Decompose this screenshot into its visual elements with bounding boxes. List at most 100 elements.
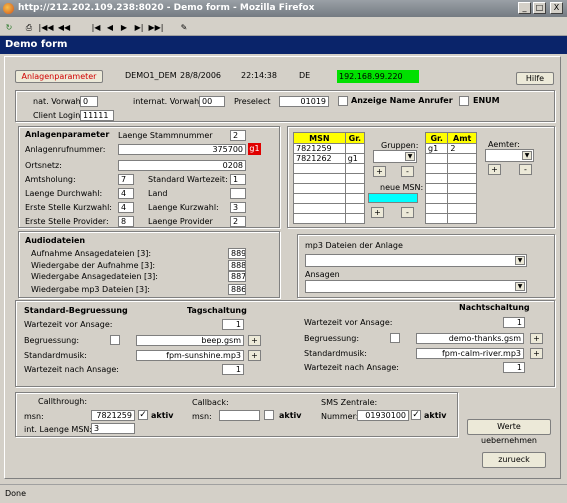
window-title-bar: http://212.202.109.238:8020 - Demo form … [0,0,567,17]
nacht-wartezeit-vor-label: Wartezeit vor Ansage: [304,318,393,327]
anzeige-name-checkbox[interactable] [338,96,348,106]
table-row[interactable] [293,163,366,174]
aemter-remove-button[interactable]: - [519,164,532,175]
table-row[interactable] [293,173,366,184]
edit-icon[interactable]: ✎ [178,21,190,34]
aemter-select[interactable]: ▼ [485,149,534,162]
table-cell [447,173,477,184]
help-button[interactable]: Hilfe [516,72,554,85]
table-row[interactable] [424,163,477,174]
laenge-provider-input[interactable]: 2 [230,216,246,227]
erste-stelle-kurzwahl-input[interactable]: 4 [118,202,134,213]
tag-standardmusik-label: Standardmusik: [24,351,87,360]
callthrough-aktiv-checkbox[interactable]: ✓ [138,410,148,420]
callthrough-msn-label: msn: [24,412,44,421]
minimize-button[interactable]: _ [518,2,531,14]
previous-block-icon[interactable]: ◀◀ [56,21,72,34]
audio-input-3[interactable]: 887 [228,271,246,282]
msn-remove-button[interactable]: - [401,207,414,218]
table-row[interactable]: 7821259 [293,143,366,154]
table-row[interactable] [424,213,477,224]
app-title: Demo form [0,36,567,54]
table-cell: 7821262 [293,153,346,164]
reload-icon[interactable]: ↻ [3,21,15,34]
nacht-begruessung-input[interactable]: demo-thanks.gsm [416,333,524,344]
callback-msn-input[interactable] [219,410,260,421]
callthrough-msn-input[interactable]: 7821259 [91,410,135,421]
tag-begruessung-add-button[interactable]: + [248,335,261,346]
forward-fast-icon[interactable]: ▶| [133,21,145,34]
anlagenrufnummer-input[interactable]: 375700 [118,144,246,155]
gruppen-select[interactable]: ▼ [373,150,417,163]
neue-msn-input[interactable] [368,193,418,203]
table-row[interactable]: 7821262 g1 [293,153,366,164]
tag-begruessung-checkbox[interactable] [110,335,120,345]
table-row[interactable] [424,193,477,204]
back-fast-icon[interactable]: |◀ [90,21,102,34]
table-cell [293,183,346,194]
sms-aktiv-checkbox[interactable]: ✓ [411,410,421,420]
standard-wartezeit-input[interactable]: 1 [230,174,246,185]
int-laenge-input[interactable]: 3 [91,423,135,434]
close-button[interactable]: X [550,2,563,14]
nat-vorwahl-input[interactable]: 0 [80,96,98,107]
int-laenge-label: int. Laenge MSN: [24,425,93,434]
audio-input-1[interactable]: 889 [228,248,246,259]
mp3-select[interactable]: ▼ [305,254,527,267]
laenge-kurzwahl-input[interactable]: 3 [230,202,246,213]
client-login-input[interactable]: 11111 [80,110,114,121]
audio-input-2[interactable]: 888 [228,260,246,271]
amt-group-header: Gr. [424,132,449,144]
table-row[interactable] [424,173,477,184]
erste-stelle-provider-input[interactable]: 8 [118,216,134,227]
standard-wartezeit-label: Standard Wartezeit: [148,175,228,184]
save-button[interactable]: Werte uebernehmen [467,419,551,445]
table-cell [293,193,346,204]
table-row[interactable] [293,203,366,214]
tag-begruessung-input[interactable]: beep.gsm [136,335,244,346]
land-input[interactable] [230,188,246,199]
amtsholung-input[interactable]: 7 [118,174,134,185]
audio-input-4[interactable]: 886 [228,284,246,295]
msn-add-button[interactable]: + [371,207,384,218]
nacht-standardmusik-add-button[interactable]: + [530,348,543,359]
maximize-button[interactable]: □ [533,2,546,14]
last-record-icon[interactable]: ▶▶| [148,21,164,34]
ortsnetz-input[interactable]: 0208 [118,160,246,171]
nacht-begruessung-add-button[interactable]: + [530,333,543,344]
table-row[interactable] [293,213,366,224]
nacht-begruessung-checkbox[interactable] [390,333,400,343]
aemter-add-button[interactable]: + [488,164,501,175]
gruppen-remove-button[interactable]: - [401,166,414,177]
internat-vorwahl-input[interactable]: 00 [199,96,225,107]
nacht-standardmusik-input[interactable]: fpm-calm-river.mp3 [416,348,524,359]
nacht-wartezeit-vor-input[interactable]: 1 [503,317,525,328]
sms-nummer-input[interactable]: 01930100 [357,410,409,421]
table-row[interactable] [293,183,366,194]
print-icon[interactable]: ⎙ [23,21,35,34]
tag-wartezeit-vor-input[interactable]: 1 [222,319,244,330]
back-button[interactable]: zurueck [482,452,546,468]
ansagen-select[interactable]: ▼ [305,280,527,293]
laenge-durchwahl-input[interactable]: 4 [118,188,134,199]
table-cell: g1 [424,143,449,154]
callback-aktiv-checkbox[interactable] [264,410,274,420]
table-row[interactable]: g1 2 [424,143,477,154]
table-row[interactable] [293,193,366,204]
tag-wartezeit-nach-input[interactable]: 1 [222,364,244,375]
table-row[interactable] [424,153,477,164]
preselect-input[interactable]: 01019 [279,96,329,107]
table-row[interactable] [424,203,477,214]
tag-standardmusik-input[interactable]: fpm-sunshine.mp3 [136,350,244,361]
enum-checkbox[interactable] [459,96,469,106]
table-row[interactable] [424,183,477,194]
laenge-stammnummer-input[interactable]: 2 [230,130,246,141]
back-icon[interactable]: ◀ [104,21,116,34]
nacht-wartezeit-nach-input[interactable]: 1 [503,362,525,373]
tag-standardmusik-add-button[interactable]: + [248,350,261,361]
first-record-icon[interactable]: |◀◀ [38,21,54,34]
gruppen-add-button[interactable]: + [373,166,386,177]
forward-icon[interactable]: ▶ [118,21,130,34]
anlagenparameter-tab[interactable]: Anlagenparameter [15,70,103,83]
nacht-standardmusik-label: Standardmusik: [304,349,367,358]
